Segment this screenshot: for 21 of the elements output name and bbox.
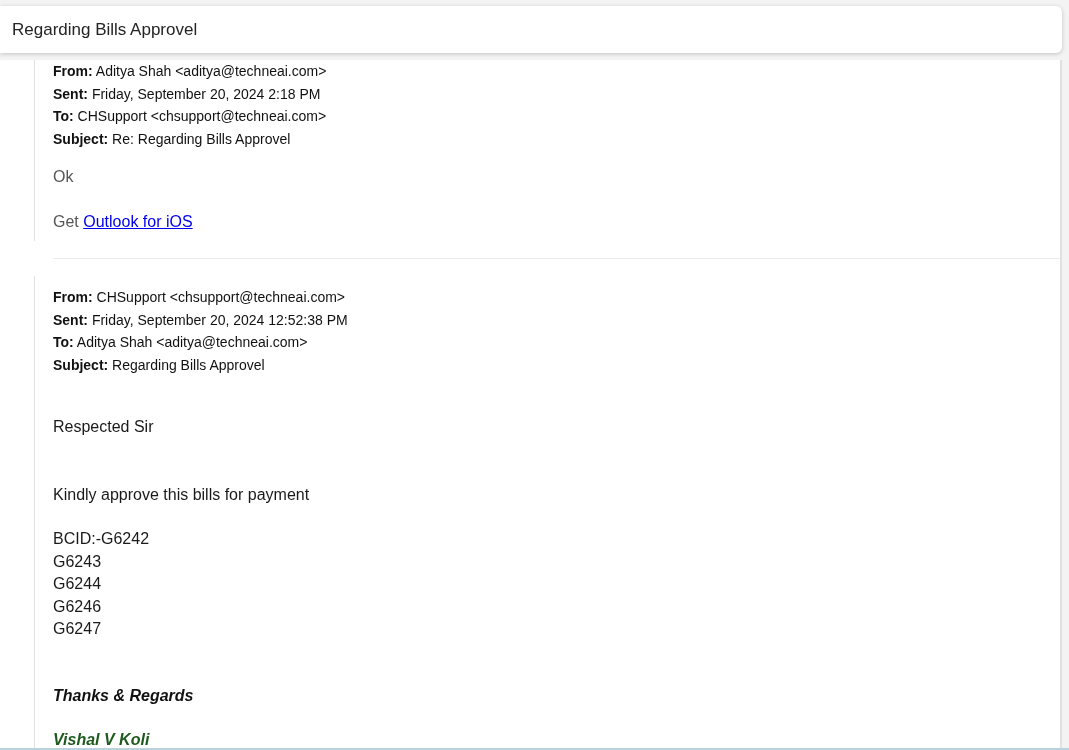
message-text: Ok	[53, 167, 75, 187]
header-line: To: CHSupport <chsupport@techneai.com>	[53, 107, 328, 126]
header-line: From: Aditya Shah <aditya@techneai.com>	[53, 62, 328, 81]
email-subject: Regarding Bills Approvel	[12, 19, 198, 40]
header-line: From: CHSupport <chsupport@techneai.com>	[53, 288, 347, 307]
header-line: Sent: Friday, September 20, 2024 12:52:38 PM	[53, 310, 349, 330]
closing-text: Thanks & Regards	[53, 685, 195, 706]
message-text: G6243	[53, 551, 103, 572]
header-line: Subject: Re: Regarding Bills Approvel	[53, 129, 292, 149]
header-line: Subject: Regarding Bills Approvel	[53, 355, 266, 375]
message-text: G6247	[53, 619, 103, 639]
message-text: Kindly approve this bills for payment	[53, 484, 311, 505]
header-line: To: Aditya Shah <aditya@techneai.com>	[53, 333, 309, 352]
header-line: Sent: Friday, September 20, 2024 2:18 PM	[53, 84, 322, 104]
message-text: G6246	[53, 596, 103, 617]
outlook-link[interactable]: Outlook for iOS	[83, 213, 193, 230]
message-text: Respected Sir	[53, 417, 155, 437]
message-text: BCID:-G6242	[53, 529, 151, 549]
message-text: Get	[53, 213, 79, 230]
message-text: G6244	[53, 574, 103, 594]
signature-name: Vishal V Koli	[53, 730, 151, 748]
